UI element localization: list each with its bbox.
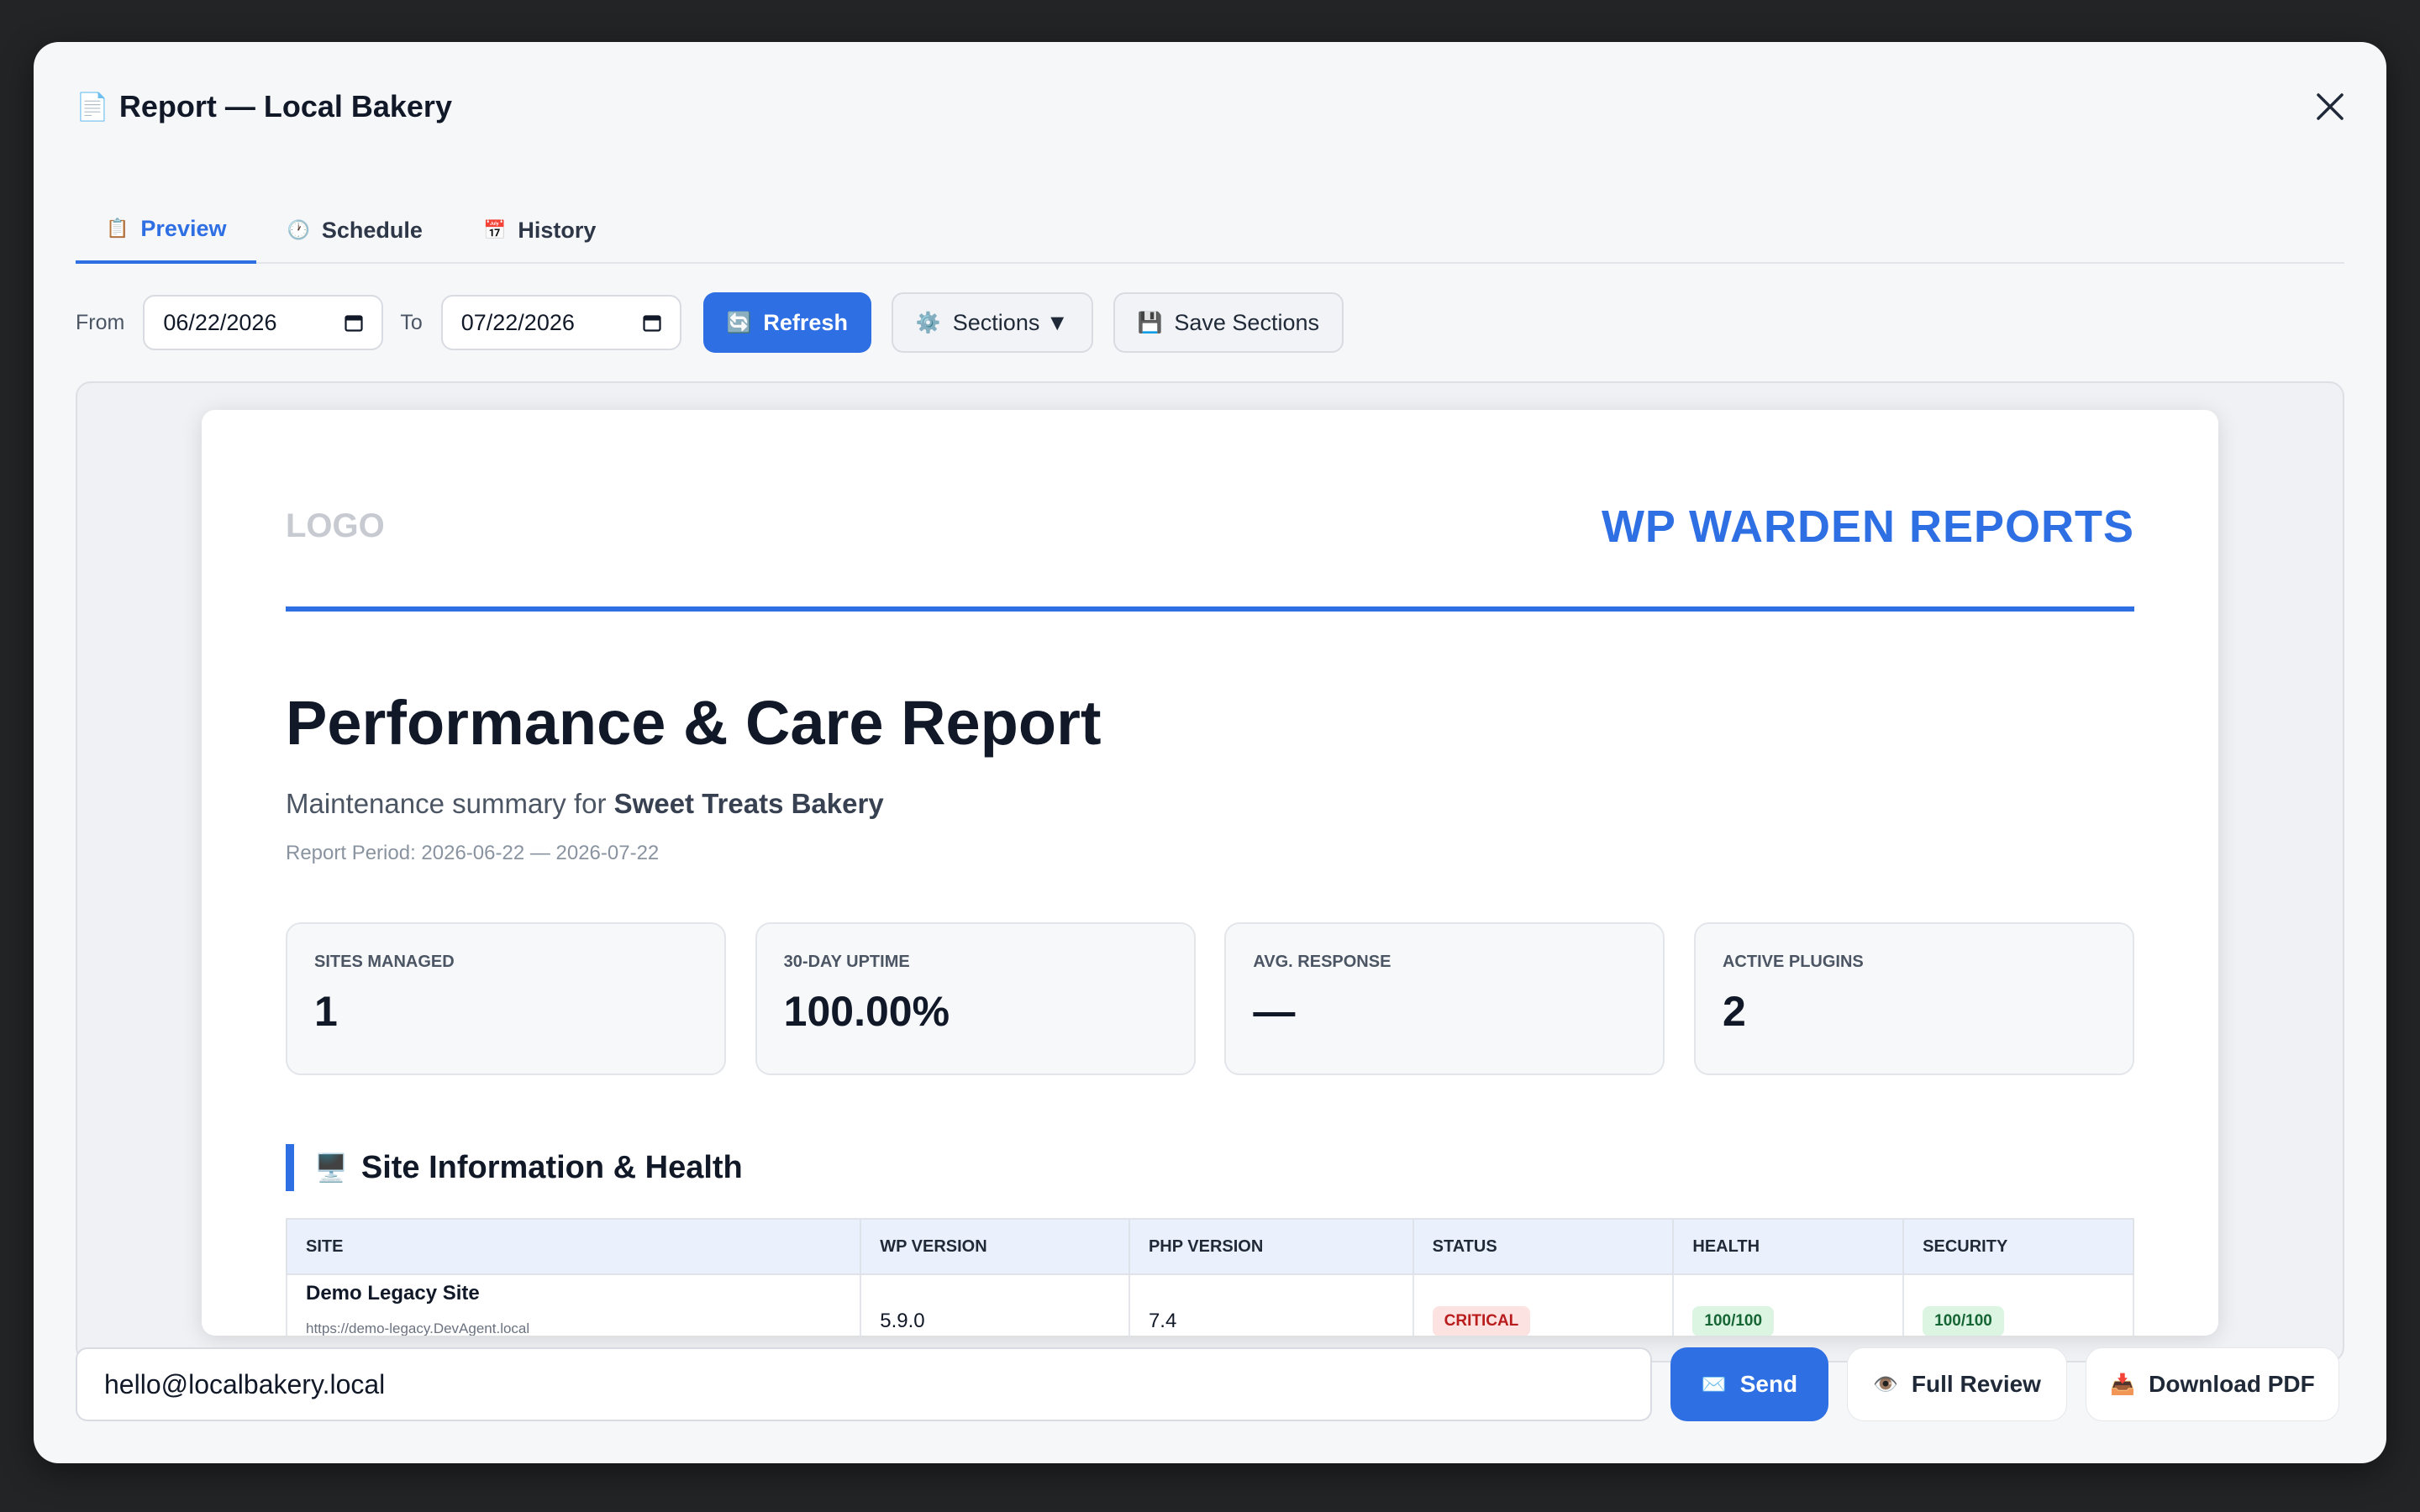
column-header: SECURITY	[1902, 1218, 2134, 1275]
download-pdf-button[interactable]: 📥 Download PDF	[2086, 1347, 2339, 1421]
report-preview-frame[interactable]: LOGO WP WARDEN REPORTS Performance & Car…	[76, 381, 2344, 1362]
column-header: SITE	[285, 1218, 862, 1275]
report-period: Report Period: 2026-06-22 — 2026-07-22	[286, 842, 660, 864]
sections-dropdown-button[interactable]: ⚙️ Sections ▼	[891, 292, 1093, 353]
report-document: LOGO WP WARDEN REPORTS Performance & Car…	[202, 410, 2218, 1336]
section-title: Site Information & Health	[360, 1149, 743, 1185]
calendar-picker-icon[interactable]	[345, 313, 363, 332]
health-cell: 100/100	[1672, 1273, 1905, 1336]
table-header-row: SITE WP VERSION PHP VERSION STATUS HEALT…	[285, 1218, 2134, 1275]
to-date-value: 07/22/2026	[460, 309, 575, 335]
refresh-icon: 🔄	[726, 311, 752, 334]
stat-value: 100.00%	[783, 988, 950, 1035]
send-bar: ✉️ Send 👁️ Full Review 📥 Download PDF	[76, 1347, 2344, 1421]
clipboard-icon: 📋	[106, 218, 129, 239]
stat-card-sites-managed: SITES MANAGED 1	[286, 922, 726, 1075]
stat-value: —	[1253, 988, 1296, 1035]
refresh-label: Refresh	[763, 309, 848, 335]
send-label: Send	[1739, 1371, 1798, 1397]
site-cell: Demo Legacy Site https://demo-legacy.Dev…	[285, 1273, 862, 1336]
php-version-cell: 7.4	[1128, 1273, 1414, 1336]
php-version: 7.4	[1148, 1310, 1177, 1332]
download-pdf-label: Download PDF	[2149, 1371, 2315, 1397]
desktop-computer-icon: 🖥️	[314, 1152, 348, 1184]
subtitle-prefix: Maintenance summary for	[286, 788, 607, 819]
stat-value: 2	[1722, 988, 1746, 1035]
envelope-icon: ✉️	[1701, 1373, 1727, 1396]
sections-label: Sections ▼	[952, 309, 1069, 335]
save-sections-button[interactable]: 💾 Save Sections	[1113, 292, 1344, 353]
tab-preview[interactable]: 📋 Preview	[76, 197, 257, 264]
full-review-button[interactable]: 👁️ Full Review	[1847, 1347, 2067, 1421]
recipient-email-input[interactable]	[76, 1347, 1652, 1421]
site-health-table: SITE WP VERSION PHP VERSION STATUS HEALT…	[285, 1218, 2134, 1336]
calendar-icon: 📅	[482, 219, 507, 241]
status-badge: CRITICAL	[1432, 1306, 1531, 1336]
stat-card-active-plugins: ACTIVE PLUGINS 2	[1693, 922, 2134, 1075]
page-icon: 📄	[76, 91, 109, 123]
table-row: Demo Legacy Site https://demo-legacy.Dev…	[285, 1273, 2134, 1336]
save-sections-label: Save Sections	[1174, 309, 1319, 335]
security-cell: 100/100	[1902, 1273, 2134, 1336]
section-accent-bar	[286, 1144, 294, 1191]
report-modal: 📄 Report — Local Bakery 📋 Preview 🕐 Sche…	[34, 42, 2386, 1463]
report-subtitle: Maintenance summary for Sweet Treats Bak…	[286, 788, 884, 820]
security-badge: 100/100	[1923, 1306, 2004, 1336]
inbox-tray-icon: 📥	[2110, 1373, 2136, 1396]
report-title: Performance & Care Report	[286, 688, 1102, 758]
modal-title: Report — Local Bakery	[118, 89, 452, 123]
stat-card-avg-response: AVG. RESPONSE —	[1224, 922, 1665, 1075]
stat-value: 1	[314, 988, 338, 1035]
stat-label: SITES MANAGED	[314, 953, 455, 971]
eye-icon: 👁️	[1873, 1373, 1898, 1396]
wp-version-cell: 5.9.0	[860, 1273, 1130, 1336]
stat-card-uptime: 30-DAY UPTIME 100.00%	[755, 922, 1196, 1075]
tab-bar: 📋 Preview 🕐 Schedule 📅 History	[76, 197, 2344, 264]
header-divider	[286, 606, 2134, 612]
stat-label: ACTIVE PLUGINS	[1722, 953, 1864, 971]
health-badge: 100/100	[1692, 1306, 1775, 1336]
tab-label: Preview	[140, 215, 227, 241]
brand-name: WP WARDEN REPORTS	[1601, 501, 2134, 552]
calendar-picker-icon[interactable]	[643, 313, 661, 332]
status-cell: CRITICAL	[1412, 1273, 1675, 1336]
site-name: Demo Legacy Site	[306, 1282, 480, 1305]
column-header: STATUS	[1412, 1218, 1675, 1275]
tab-history[interactable]: 📅 History	[453, 197, 626, 264]
close-button[interactable]	[2307, 84, 2353, 129]
section-heading: 🖥️ Site Information & Health	[286, 1144, 743, 1191]
column-header: HEALTH	[1672, 1218, 1905, 1275]
tab-label: History	[518, 217, 597, 243]
tab-schedule[interactable]: 🕐 Schedule	[256, 197, 452, 264]
stat-label: AVG. RESPONSE	[1253, 953, 1392, 971]
toolbar: From 06/22/2026 To 07/22/2026 🔄 Refresh …	[76, 292, 2344, 353]
clock-icon: 🕐	[287, 219, 310, 241]
client-name: Sweet Treats Bakery	[613, 788, 884, 819]
close-icon	[2317, 93, 2344, 120]
from-label: From	[76, 310, 125, 334]
modal-header: 📄 Report — Local Bakery	[76, 86, 452, 128]
logo-placeholder: LOGO	[286, 507, 385, 544]
gear-icon: ⚙️	[915, 311, 941, 334]
from-date-input[interactable]: 06/22/2026	[143, 295, 384, 350]
column-header: WP VERSION	[860, 1218, 1130, 1275]
stat-label: 30-DAY UPTIME	[783, 953, 910, 971]
stats-row: SITES MANAGED 1 30-DAY UPTIME 100.00% AV…	[286, 922, 2134, 1075]
from-date-value: 06/22/2026	[163, 309, 277, 335]
refresh-button[interactable]: 🔄 Refresh	[702, 292, 871, 353]
floppy-disk-icon: 💾	[1137, 311, 1163, 334]
to-label: To	[400, 310, 423, 334]
to-date-input[interactable]: 07/22/2026	[440, 295, 681, 350]
send-button[interactable]: ✉️ Send	[1670, 1347, 1828, 1421]
tab-label: Schedule	[321, 217, 423, 243]
wp-version: 5.9.0	[880, 1310, 925, 1332]
site-url: https://demo-legacy.DevAgent.local	[306, 1320, 530, 1336]
full-review-label: Full Review	[1911, 1371, 2041, 1397]
column-header: PHP VERSION	[1128, 1218, 1414, 1275]
